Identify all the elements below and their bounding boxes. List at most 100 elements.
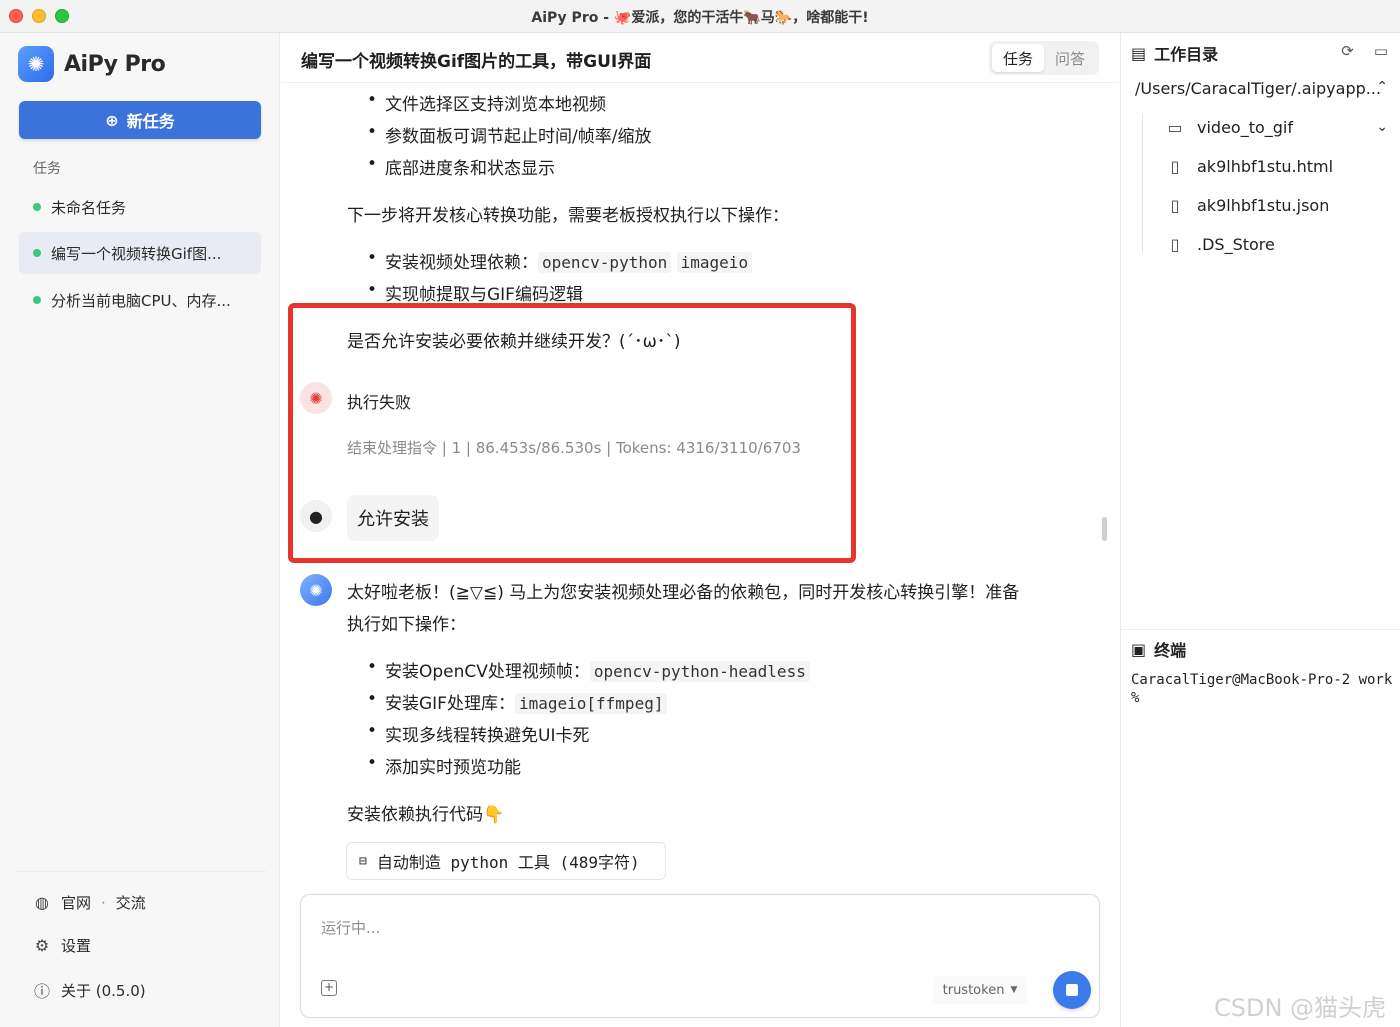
tab-task[interactable]: 任务: [992, 44, 1044, 72]
message-text: 安装依赖执行代码👇: [347, 805, 505, 825]
folder-icon: ▭: [1167, 118, 1183, 137]
sidebar-divider: [16, 871, 266, 872]
task-item-label: 未命名任务: [51, 198, 127, 217]
prompt-input-box[interactable]: 运行中... + trustoken ▼: [300, 894, 1100, 1018]
prompt-input[interactable]: 运行中...: [321, 917, 380, 938]
chat-scrollbar[interactable]: [1102, 517, 1107, 541]
stop-icon: [1066, 984, 1078, 996]
globe-icon: ◍: [35, 893, 49, 912]
task-item[interactable]: 未命名任务: [19, 186, 261, 228]
watermark: CSDN @猫头虎: [1214, 994, 1387, 1022]
inline-code: imageio: [676, 252, 753, 273]
window-title: AiPy Pro - 🐙爱派，您的干活牛🐂马🐎，啥都能干!: [531, 10, 869, 26]
tree-item-label: .DS_Store: [1197, 235, 1275, 254]
caret-down-icon: ▼: [1010, 985, 1018, 995]
stop-button[interactable]: [1053, 971, 1091, 1009]
terminal-divider: [1121, 629, 1400, 630]
about-button[interactable]: ⓘ 关于 (0.5.0): [33, 978, 146, 1002]
message-text: 太好啦老板！(≧▽≦) 马上为您安装视频处理必备的依赖包，同时开发核心转换引擎！…: [347, 583, 1020, 603]
title-bar: AiPy Pro - 🐙爱派，您的干活牛🐂马🐎，啥都能干!: [0, 0, 1400, 33]
link-separator: ·: [101, 893, 106, 912]
tree-guide: [1142, 113, 1143, 253]
new-task-label: 新任务: [126, 112, 175, 131]
task-item-label: 分析当前电脑CPU、内存...: [51, 291, 231, 310]
tool-card-label: 自动制造 python 工具 (489字符): [376, 853, 640, 872]
chevron-down-icon[interactable]: ⌄: [1376, 119, 1388, 135]
tree-item-file[interactable]: ▯ .DS_Store: [1165, 235, 1275, 254]
chat-transcript: 文件选择区支持浏览本地视频 参数面板可调节起止时间/帧率/缩放 底部进度条和状态…: [281, 84, 1119, 894]
app-window: AiPy Pro - 🐙爱派，您的干活牛🐂马🐎，啥都能干! ✺ AiPy Pro…: [0, 0, 1400, 1027]
list-item: 实现帧提取与GIF编码逻辑: [367, 280, 583, 305]
about-label: 关于 (0.5.0): [61, 981, 146, 1000]
status-dot-icon: [33, 296, 41, 304]
model-select-value: trustoken: [942, 982, 1005, 998]
tree-item-file[interactable]: ▯ ak9lhbf1stu.html: [1165, 157, 1334, 176]
octopus-logo-icon: ✺: [18, 46, 54, 82]
code-block-icon: ⊟: [359, 853, 367, 869]
inline-code: imageio[ffmpeg]: [514, 693, 668, 714]
new-task-button[interactable]: ⊕ 新任务: [19, 101, 261, 139]
octopus-bot-icon: ✺: [300, 574, 332, 606]
mode-switch: 任务 问答: [989, 41, 1099, 75]
list-item: 底部进度条和状态显示: [367, 154, 555, 179]
list-item: 文件选择区支持浏览本地视频: [367, 90, 606, 115]
file-icon: ▯: [1170, 235, 1180, 254]
message-text: 下一步将开发核心转换功能，需要老板授权执行以下操作：: [347, 206, 789, 226]
tree-item-label: ak9lhbf1stu.html: [1197, 157, 1334, 176]
chevron-up-icon[interactable]: ⌃: [1376, 79, 1388, 95]
folder-tree-icon: ▤: [1131, 43, 1147, 63]
item-label: 安装GIF处理库：: [385, 694, 515, 714]
task-item[interactable]: 分析当前电脑CPU、内存...: [19, 279, 261, 321]
highlight-annotation: [288, 303, 856, 563]
brand-name: AiPy Pro: [64, 51, 166, 77]
file-icon: ▯: [1170, 196, 1180, 215]
status-dot-icon: [33, 203, 41, 211]
terminal-output[interactable]: CaracalTiger@MacBook-Pro-2 work %: [1131, 671, 1393, 707]
settings-button[interactable]: ⚙ 设置: [33, 935, 91, 956]
item-label: 安装OpenCV处理视频帧：: [385, 662, 590, 682]
list-item: 安装GIF处理库：imageio[ffmpeg]: [367, 689, 668, 714]
tasks-section-label: 任务: [33, 161, 61, 177]
workdir-title: 工作目录: [1154, 45, 1219, 64]
inline-code: opencv-python: [538, 252, 672, 273]
tree-item-label: ak9lhbf1stu.json: [1197, 196, 1330, 215]
main-panel: 编写一个视频转换Gif图片的工具，带GUI界面 任务 问答 文件选择区支持浏览本…: [281, 33, 1119, 1027]
list-item: 实现多线程转换避免UI卡死: [367, 721, 590, 746]
file-icon: ▯: [1170, 157, 1180, 176]
list-item: 安装视频处理依赖：opencv-python imageio: [367, 248, 753, 273]
workdir-actions: ⟳ ▭: [1341, 42, 1388, 60]
tab-qa[interactable]: 问答: [1044, 44, 1096, 72]
task-item-label: 编写一个视频转换Gif图...: [51, 244, 222, 263]
tool-code-card[interactable]: ⊟ 自动制造 python 工具 (489字符): [346, 842, 666, 880]
attach-icon[interactable]: +: [321, 980, 337, 996]
tree-item-file[interactable]: ▯ ak9lhbf1stu.json: [1165, 196, 1330, 215]
page-title: 编写一个视频转换Gif图片的工具，带GUI界面: [301, 52, 652, 72]
dependency-label: 安装视频处理依赖：: [385, 253, 538, 273]
info-icon: ⓘ: [33, 982, 50, 1001]
workdir-path[interactable]: /Users/CaracalTiger/.aipyapp...: [1135, 79, 1391, 98]
terminal-icon: ▣: [1131, 639, 1147, 659]
tree-item-label: video_to_gif: [1197, 118, 1293, 137]
terminal-title: 终端: [1154, 641, 1187, 660]
community-link[interactable]: 交流: [116, 892, 146, 913]
message-text: 执行如下操作：: [347, 615, 466, 635]
terminal-header: ▣ 终端: [1131, 637, 1186, 661]
workspace-panel: ▤ 工作目录 ⟳ ▭ /Users/CaracalTiger/.aipyapp.…: [1120, 33, 1400, 1027]
model-select[interactable]: trustoken ▼: [933, 976, 1027, 1004]
refresh-icon[interactable]: ⟳: [1341, 42, 1354, 60]
new-chat-icon: ⊕: [105, 110, 119, 130]
settings-label: 设置: [61, 937, 92, 955]
main-header: 编写一个视频转换Gif图片的工具，带GUI界面 任务 问答: [281, 33, 1119, 83]
list-item: 参数面板可调节起止时间/帧率/缩放: [367, 122, 652, 147]
inline-code: opencv-python-headless: [589, 661, 810, 682]
task-item-active[interactable]: 编写一个视频转换Gif图...: [19, 232, 261, 274]
list-item: 安装OpenCV处理视频帧：opencv-python-headless: [367, 657, 810, 682]
tree-item-folder[interactable]: ▭ video_to_gif: [1165, 118, 1293, 137]
brand: ✺ AiPy Pro: [18, 46, 166, 82]
links-row: ◍ 官网 · 交流: [33, 892, 146, 913]
list-item: 添加实时预览功能: [367, 753, 521, 778]
status-dot-icon: [33, 249, 41, 257]
official-site-link[interactable]: 官网: [61, 892, 91, 913]
open-folder-icon[interactable]: ▭: [1374, 42, 1388, 60]
sidebar: ✺ AiPy Pro ⊕ 新任务 任务 未命名任务 编写一个视频转换Gif图..…: [0, 33, 280, 1027]
